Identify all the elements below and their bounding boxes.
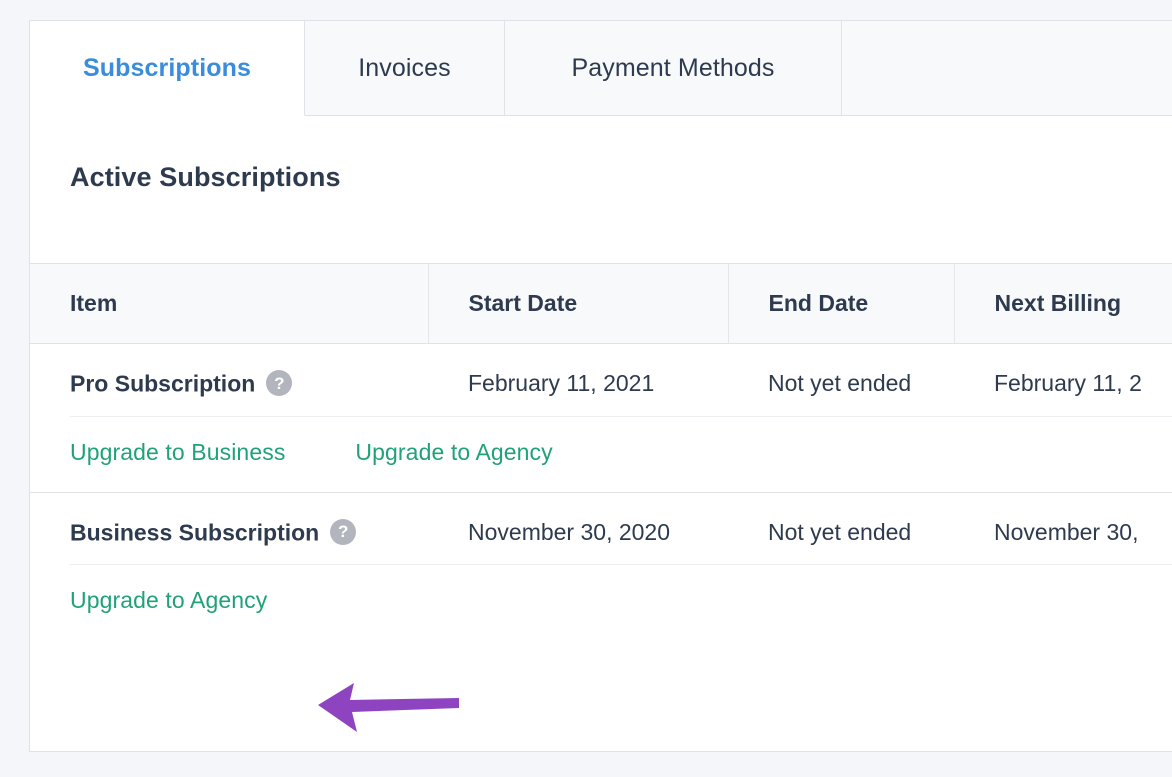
column-header-start-date[interactable]: Start Date xyxy=(428,264,729,344)
upgrade-to-agency-link[interactable]: Upgrade to Agency xyxy=(70,587,267,614)
tab-bar-filler xyxy=(842,21,1172,115)
table-header: Item Start Date End Date Next Billing xyxy=(30,264,1172,344)
page-title: Active Subscriptions xyxy=(70,162,341,192)
table-row: Pro Subscription? February 11, 2021 Not … xyxy=(30,344,1172,416)
subscription-name: Pro Subscription xyxy=(70,370,256,397)
tab-invoices[interactable]: Invoices xyxy=(305,21,505,115)
cell-upgrade-links: Upgrade to Agency xyxy=(30,564,1172,640)
cell-end-date: Not yet ended xyxy=(728,491,954,564)
question-mark-icon[interactable]: ? xyxy=(330,518,357,545)
cell-end-date: Not yet ended xyxy=(768,370,912,397)
billing-card: Subscriptions Invoices Payment Methods A… xyxy=(29,20,1172,752)
cell-item: Pro Subscription? xyxy=(30,344,428,416)
question-mark-icon[interactable]: ? xyxy=(266,370,293,396)
table-body: Pro Subscription? February 11, 2021 Not … xyxy=(30,344,1172,641)
upgrade-to-business-link[interactable]: Upgrade to Business xyxy=(70,439,285,466)
column-header-end-date[interactable]: End Date xyxy=(728,264,955,344)
table-row: Business Subscription? November 30, 2020… xyxy=(30,491,1172,564)
subscription-name: Business Subscription xyxy=(70,519,320,545)
subscriptions-table: Item Start Date End Date Next Billing Pr… xyxy=(30,264,1172,640)
table-row-upgrade-links: Upgrade to Business Upgrade to Agency xyxy=(30,415,1172,493)
cell-start-date: November 30, 2020 xyxy=(428,491,728,564)
cell-next-billing: November 30, xyxy=(954,491,1172,564)
tab-subscriptions[interactable]: Subscriptions xyxy=(30,21,305,116)
cell-start-date: February 11, 2021 xyxy=(468,370,655,397)
table-header-row: Item Start Date End Date Next Billing xyxy=(30,264,1172,344)
column-header-next-billing[interactable]: Next Billing xyxy=(954,264,1172,344)
section-title-zone: Active Subscriptions xyxy=(30,116,1172,264)
column-header-item[interactable]: Item xyxy=(30,264,429,344)
page-root: Subscriptions Invoices Payment Methods A… xyxy=(0,0,1172,777)
upgrade-to-agency-link[interactable]: Upgrade to Agency xyxy=(355,439,552,466)
upgrade-links-group: Upgrade to Business Upgrade to Agency xyxy=(70,415,1172,492)
cell-item: Business Subscription? xyxy=(30,491,428,564)
tab-bar: Subscriptions Invoices Payment Methods xyxy=(30,21,1172,116)
tab-payment-methods[interactable]: Payment Methods xyxy=(505,21,842,115)
upgrade-links-group: Upgrade to Agency xyxy=(70,564,1172,640)
cell-upgrade-links: Upgrade to Business Upgrade to Agency xyxy=(30,415,1172,493)
table-row-upgrade-links: Upgrade to Agency xyxy=(30,564,1172,640)
cell-next-billing: February 11, 2 xyxy=(994,370,1142,397)
